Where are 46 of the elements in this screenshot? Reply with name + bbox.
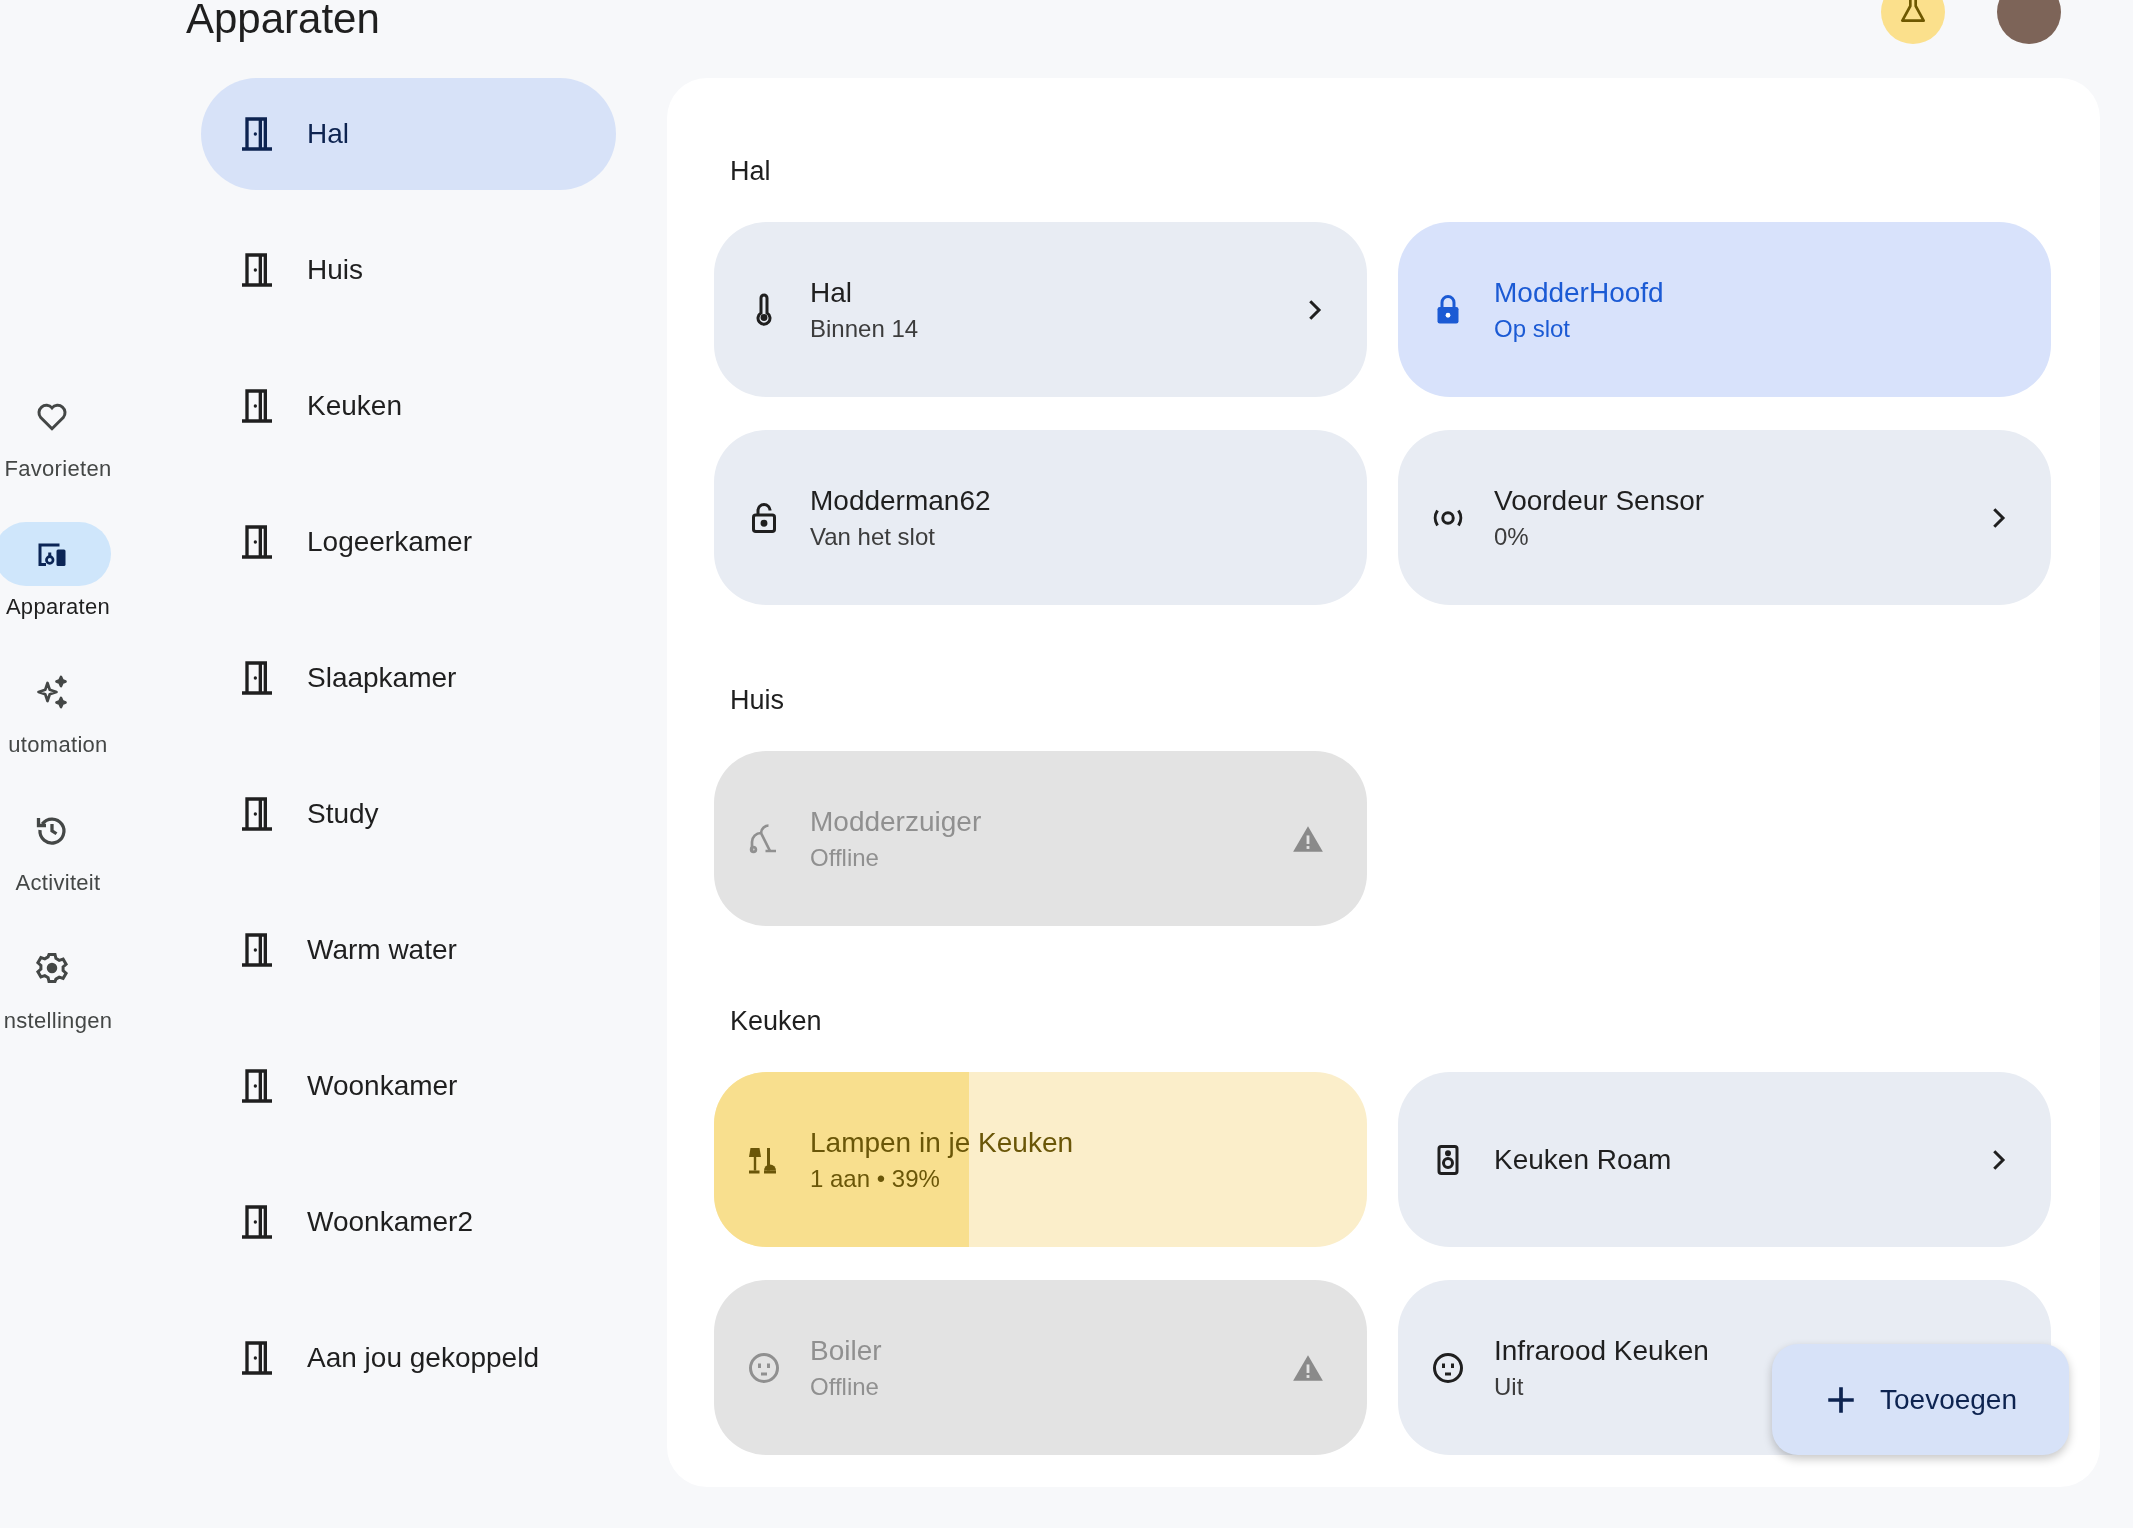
room-item[interactable]: Slaapkamer bbox=[201, 622, 616, 734]
settings-icon bbox=[34, 950, 70, 986]
device-card[interactable]: Hal Binnen 14 bbox=[714, 222, 1367, 397]
room-item[interactable]: Woonkamer2 bbox=[201, 1166, 616, 1278]
device-name: Boiler bbox=[810, 1333, 882, 1368]
room-item[interactable]: Keuken bbox=[201, 350, 616, 462]
section-title: Huis bbox=[730, 684, 785, 717]
device-name: Modderzuiger bbox=[810, 804, 982, 839]
section-title: Keuken bbox=[730, 1005, 823, 1038]
nav-rail-item[interactable] bbox=[0, 522, 111, 586]
device-card[interactable]: ModderHoofd Op slot bbox=[1398, 222, 2051, 397]
device-name: Keuken Roam bbox=[1494, 1142, 1672, 1177]
device-status: 0% bbox=[1494, 521, 1530, 552]
device-name: ModderHoofd bbox=[1494, 275, 1664, 310]
device-card[interactable]: Voordeur Sensor 0% bbox=[1398, 430, 2051, 605]
room-item[interactable]: Hal bbox=[201, 78, 616, 190]
section-title: Hal bbox=[730, 155, 772, 188]
device-status: Offline bbox=[810, 1371, 880, 1402]
device-status: Op slot bbox=[1494, 313, 1572, 344]
room-item[interactable]: Huis bbox=[201, 214, 616, 326]
device-card[interactable]: Modderman62 Van het slot bbox=[714, 430, 1367, 605]
device-status: Uit bbox=[1494, 1371, 1525, 1402]
device-card[interactable]: Lampen in je Keuken 1 aan • 39% bbox=[714, 1072, 1367, 1247]
nav-rail-label: nstellingen bbox=[3, 1008, 113, 1034]
room-item[interactable]: Logeerkamer bbox=[201, 486, 616, 598]
room-item[interactable]: Study bbox=[201, 758, 616, 870]
device-status: 1 aan • 39% bbox=[810, 1163, 941, 1194]
nav-rail-label: Favorieten bbox=[4, 456, 112, 482]
room-item[interactable]: Warm water bbox=[201, 894, 616, 1006]
sparkle-icon bbox=[34, 674, 70, 710]
device-name: Modderman62 bbox=[810, 483, 991, 518]
device-name: Hal bbox=[810, 275, 853, 310]
page-title: Apparaten bbox=[186, 0, 380, 44]
device-name: Lampen in je Keuken bbox=[810, 1125, 1074, 1160]
device-status: Van het slot bbox=[810, 521, 936, 552]
add-button[interactable]: Toevoegen bbox=[1772, 1344, 2069, 1455]
room-item[interactable]: Woonkamer bbox=[201, 1030, 616, 1142]
device-status: Binnen 14 bbox=[810, 313, 919, 344]
nav-rail-label: Apparaten bbox=[5, 594, 111, 620]
device-status: Offline bbox=[810, 842, 880, 873]
nav-rail-label: Activiteit bbox=[15, 870, 101, 896]
room-item[interactable]: Aan jou gekoppeld bbox=[201, 1302, 616, 1414]
nav-rail-label: utomation bbox=[8, 732, 108, 758]
device-card[interactable]: Keuken Roam bbox=[1398, 1072, 2051, 1247]
device-name: Voordeur Sensor bbox=[1494, 483, 1705, 518]
device-name: Infrarood Keuken bbox=[1494, 1333, 1709, 1368]
